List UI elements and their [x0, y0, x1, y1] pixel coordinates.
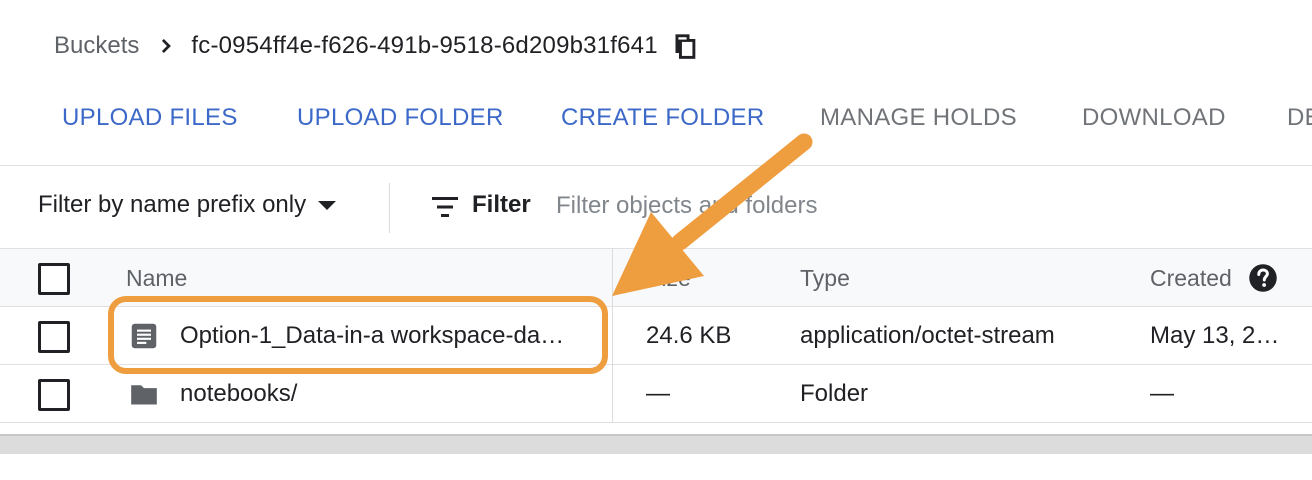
column-header-created[interactable]: Created: [1150, 249, 1278, 307]
help-icon[interactable]: [1248, 263, 1278, 293]
column-header-type[interactable]: Type: [800, 249, 850, 307]
object-toolbar: UPLOAD FILES UPLOAD FOLDER CREATE FOLDER…: [0, 90, 1312, 166]
folder-name-link[interactable]: notebooks/: [180, 380, 297, 408]
object-created: —: [1150, 380, 1174, 407]
object-type: Folder: [800, 380, 869, 407]
table-header: Name Size Type Created: [0, 249, 1312, 307]
breadcrumb: Buckets fc-0954ff4e-f626-491b-9518-6d209…: [54, 26, 700, 66]
row-checkbox[interactable]: [38, 379, 70, 411]
download-button[interactable]: DOWNLOAD: [1082, 104, 1226, 132]
column-header-name[interactable]: Name: [126, 249, 187, 307]
upload-files-button[interactable]: UPLOAD FILES: [62, 104, 238, 132]
filter-label: Filter: [472, 191, 531, 218]
filter-divider: [389, 183, 390, 233]
object-type: application/octet-stream: [800, 322, 1055, 349]
folder-icon: [131, 385, 157, 405]
bucket-details-page: Buckets fc-0954ff4e-f626-491b-9518-6d209…: [0, 0, 1312, 480]
upload-folder-button[interactable]: UPLOAD FOLDER: [297, 104, 504, 132]
object-size: —: [646, 380, 670, 407]
column-header-created-label: Created: [1150, 264, 1232, 291]
dropdown-arrow-icon: [318, 200, 337, 210]
column-resize-handle[interactable]: [612, 249, 613, 423]
manage-holds-button[interactable]: MANAGE HOLDS: [820, 104, 1017, 132]
filter-mode-dropdown[interactable]: Filter by name prefix only: [38, 191, 337, 219]
object-size: 24.6 KB: [646, 322, 732, 349]
table-row[interactable]: notebooks/ — Folder —: [0, 365, 1312, 423]
table-row[interactable]: Option-1_Data-in-a workspace-da… 24.6 KB…: [0, 307, 1312, 365]
file-icon: [131, 323, 157, 349]
filter-objects-input[interactable]: [556, 189, 1076, 223]
filter-icon: [432, 197, 458, 217]
object-name-link[interactable]: Option-1_Data-in-a workspace-da…: [180, 322, 564, 350]
objects-table: Name Size Type Created Option-1_Data-in-…: [0, 249, 1312, 423]
create-folder-button[interactable]: CREATE FOLDER: [561, 104, 764, 132]
filter-mode-label: Filter by name prefix only: [38, 191, 307, 218]
delete-button[interactable]: DE: [1287, 104, 1312, 132]
object-created: May 13, 2…: [1150, 322, 1280, 349]
horizontal-scrollbar[interactable]: [0, 434, 1312, 454]
breadcrumb-buckets-link[interactable]: Buckets: [54, 32, 139, 60]
copy-icon[interactable]: [672, 32, 700, 60]
column-header-size[interactable]: Size: [646, 249, 691, 307]
object-name-cell[interactable]: Option-1_Data-in-a workspace-da…: [130, 307, 564, 365]
filter-bar: Filter by name prefix only Filter: [0, 167, 1312, 249]
breadcrumb-bucket-name: fc-0954ff4e-f626-491b-9518-6d209b31f641: [191, 32, 658, 59]
row-checkbox[interactable]: [38, 321, 70, 353]
select-all-checkbox[interactable]: [38, 263, 70, 295]
object-name-cell[interactable]: notebooks/: [130, 365, 297, 423]
chevron-right-icon: [162, 38, 172, 54]
